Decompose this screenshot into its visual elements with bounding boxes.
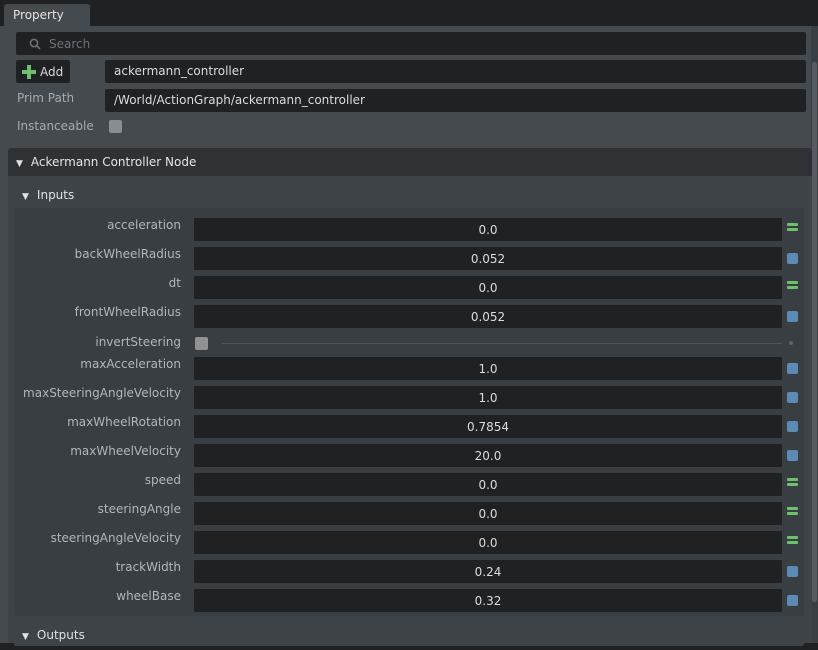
input-value-field[interactable]: 0.0 bbox=[194, 531, 782, 554]
input-label: wheelBase bbox=[116, 589, 181, 603]
search-icon bbox=[29, 38, 41, 50]
input-row-speed: speed 0.0 bbox=[14, 469, 804, 498]
input-row-steeringAngle: steeringAngle 0.0 bbox=[14, 498, 804, 527]
inputs-section-header[interactable]: ▼ Inputs bbox=[14, 182, 804, 208]
tab-bar: Property bbox=[0, 0, 818, 26]
input-value-field[interactable]: 0.0 bbox=[194, 276, 782, 299]
inputs-section-title: Inputs bbox=[36, 188, 75, 202]
invert-steering-checkbox[interactable] bbox=[195, 337, 208, 350]
input-row-maxAcceleration: maxAcceleration 1.0 bbox=[14, 353, 804, 382]
value-state-icon[interactable] bbox=[787, 311, 798, 322]
input-label: dt bbox=[168, 276, 181, 290]
input-label: steeringAngle bbox=[97, 502, 181, 516]
value-state-icon[interactable] bbox=[787, 450, 798, 461]
default-dot-icon bbox=[789, 341, 793, 345]
connection-icon[interactable] bbox=[787, 223, 798, 234]
node-section-title: Ackermann Controller Node bbox=[30, 155, 197, 169]
input-value-field[interactable]: 1.0 bbox=[194, 386, 782, 409]
collapse-triangle-icon: ▼ bbox=[22, 632, 29, 642]
value-state-icon[interactable] bbox=[787, 253, 798, 264]
scroll-thumb[interactable] bbox=[812, 62, 817, 602]
value-state-icon[interactable] bbox=[787, 595, 798, 606]
tab-property[interactable]: Property bbox=[4, 4, 90, 26]
outputs-section-title: Outputs bbox=[36, 628, 85, 642]
input-value-field[interactable]: 0.052 bbox=[194, 305, 782, 328]
input-row-backWheelRadius: backWheelRadius 0.052 bbox=[14, 243, 804, 272]
value-state-icon[interactable] bbox=[787, 392, 798, 403]
instanceable-label: Instanceable bbox=[17, 119, 94, 133]
input-row-dt: dt 0.0 bbox=[14, 272, 804, 301]
input-value-field[interactable]: 1.0 bbox=[194, 357, 782, 380]
prim-path-label: Prim Path bbox=[17, 91, 75, 105]
outputs-section-header[interactable]: ▼ Outputs bbox=[14, 622, 804, 646]
value-state-icon[interactable] bbox=[787, 421, 798, 432]
input-label: maxAcceleration bbox=[80, 357, 181, 371]
input-label: maxWheelVelocity bbox=[70, 444, 181, 458]
connection-icon[interactable] bbox=[787, 536, 798, 547]
plus-icon bbox=[22, 64, 36, 79]
input-row-maxSteeringAngleVelocity: maxSteeringAngleVelocity 1.0 bbox=[14, 382, 804, 411]
input-label: backWheelRadius bbox=[74, 247, 181, 261]
value-state-icon[interactable] bbox=[787, 363, 798, 374]
input-label: speed bbox=[144, 473, 181, 487]
collapse-triangle-icon: ▼ bbox=[22, 192, 29, 202]
input-value-field[interactable]: 0.0 bbox=[194, 473, 782, 496]
input-label: trackWidth bbox=[115, 560, 181, 574]
input-label: steeringAngleVelocity bbox=[50, 531, 181, 545]
input-label: acceleration bbox=[107, 218, 181, 232]
search-bar[interactable] bbox=[16, 32, 806, 55]
input-value-field[interactable]: 0.24 bbox=[194, 560, 782, 583]
input-row-trackWidth: trackWidth 0.24 bbox=[14, 556, 804, 585]
instanceable-checkbox[interactable] bbox=[109, 120, 122, 133]
input-value-field[interactable]: 20.0 bbox=[194, 444, 782, 467]
input-label: maxWheelRotation bbox=[67, 415, 181, 429]
input-row-acceleration: acceleration 0.0 bbox=[14, 214, 804, 243]
prim-path-field[interactable]: /World/ActionGraph/ackermann_controller bbox=[105, 89, 806, 112]
node-section-header[interactable]: ▼ Ackermann Controller Node bbox=[8, 148, 812, 176]
connection-icon[interactable] bbox=[787, 281, 798, 292]
input-value-field[interactable]: 0.052 bbox=[194, 247, 782, 270]
scrollbar[interactable] bbox=[811, 26, 818, 643]
input-value-field[interactable]: 0.32 bbox=[194, 589, 782, 612]
divider bbox=[222, 343, 782, 344]
input-row-maxWheelVelocity: maxWheelVelocity 20.0 bbox=[14, 440, 804, 469]
add-button[interactable]: Add bbox=[16, 60, 70, 83]
input-row-steeringAngleVelocity: steeringAngleVelocity 0.0 bbox=[14, 527, 804, 556]
input-row-maxWheelRotation: maxWheelRotation 0.7854 bbox=[14, 411, 804, 440]
input-value-field[interactable]: 0.0 bbox=[194, 502, 782, 525]
input-row-frontWheelRadius: frontWheelRadius 0.052 bbox=[14, 301, 804, 330]
collapse-triangle-icon: ▼ bbox=[16, 159, 23, 169]
value-state-icon[interactable] bbox=[787, 566, 798, 577]
input-label: maxSteeringAngleVelocity bbox=[23, 386, 181, 400]
connection-icon[interactable] bbox=[787, 507, 798, 518]
search-input[interactable] bbox=[47, 35, 751, 52]
prim-name-field[interactable]: ackermann_controller bbox=[105, 60, 806, 83]
input-value-field[interactable]: 0.0 bbox=[194, 218, 782, 241]
connection-icon[interactable] bbox=[787, 478, 798, 489]
input-value-field[interactable]: 0.7854 bbox=[194, 415, 782, 438]
add-button-label: Add bbox=[40, 64, 64, 79]
input-label: frontWheelRadius bbox=[74, 305, 181, 319]
input-row-wheelBase: wheelBase 0.32 bbox=[14, 585, 804, 614]
